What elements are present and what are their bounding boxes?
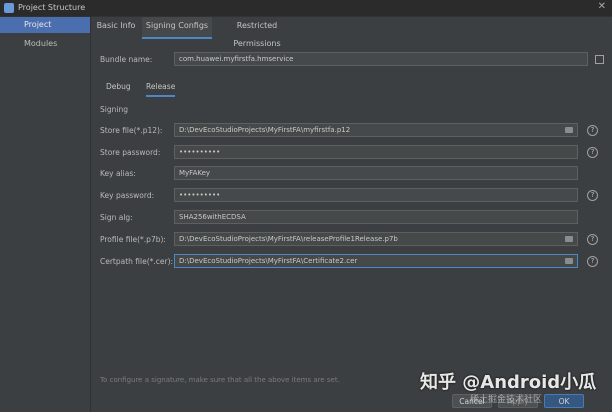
- help-icon[interactable]: ?: [587, 256, 598, 267]
- footer-note: To configure a signature, make sure that…: [100, 376, 340, 384]
- folder-icon[interactable]: [565, 258, 573, 264]
- store-file-value: D:\DevEcoStudioProjects\MyFirstFA\myfirs…: [179, 126, 351, 134]
- fingerprint-icon[interactable]: ?: [587, 125, 598, 136]
- tab-restricted-permissions[interactable]: Restricted Permissions: [214, 17, 300, 48]
- edit-icon[interactable]: [595, 55, 604, 64]
- store-password-label: Store password:: [100, 148, 161, 157]
- tab-basic-info[interactable]: Basic Info: [92, 17, 140, 37]
- bundle-name-field[interactable]: com.huawei.myfirstfa.hmservice: [174, 52, 588, 66]
- sidebar-item-project[interactable]: Project: [0, 17, 90, 33]
- profile-file-field[interactable]: D:\DevEcoStudioProjects\MyFirstFA\releas…: [174, 232, 578, 246]
- certpath-file-value: D:\DevEcoStudioProjects\MyFirstFA\Certif…: [179, 257, 358, 265]
- bundle-name-label: Bundle name:: [100, 55, 153, 64]
- sidebar-item-modules[interactable]: Modules: [0, 36, 90, 52]
- sidebar-item-label: Modules: [24, 39, 58, 48]
- close-icon[interactable]: ✕: [598, 1, 606, 12]
- sidebar-item-label: Project: [24, 20, 52, 29]
- store-password-field[interactable]: ••••••••••: [174, 145, 578, 159]
- tab-signing-configs[interactable]: Signing Configs: [142, 17, 212, 39]
- help-icon[interactable]: ?: [587, 147, 598, 158]
- signing-section-label: Signing: [100, 105, 128, 114]
- folder-icon[interactable]: [565, 236, 573, 242]
- ok-button[interactable]: OK: [544, 394, 584, 408]
- sign-alg-label: Sign alg:: [100, 213, 133, 222]
- help-icon[interactable]: ?: [587, 234, 598, 245]
- signing-configs-panel: Bundle name: com.huawei.myfirstfa.hmserv…: [92, 38, 612, 412]
- profile-file-label: Profile file(*.p7b):: [100, 235, 166, 244]
- sidebar: Project Modules: [0, 17, 91, 412]
- sign-alg-field[interactable]: SHA256withECDSA: [174, 210, 578, 224]
- watermark-zhihu: 知乎 @Android小瓜: [420, 372, 597, 393]
- key-password-field[interactable]: ••••••••••: [174, 188, 578, 202]
- certpath-file-field[interactable]: D:\DevEcoStudioProjects\MyFirstFA\Certif…: [174, 254, 578, 268]
- subtab-debug[interactable]: Debug: [106, 81, 131, 95]
- store-file-field[interactable]: D:\DevEcoStudioProjects\MyFirstFA\myfirs…: [174, 123, 578, 137]
- key-alias-field[interactable]: MyFAKey: [174, 166, 578, 180]
- key-password-label: Key password:: [100, 191, 155, 200]
- window-titlebar: Project Structure ✕: [0, 0, 612, 17]
- app-icon: [4, 3, 14, 13]
- help-icon[interactable]: ?: [587, 190, 598, 201]
- subtab-release[interactable]: Release: [146, 81, 176, 97]
- watermark-juejin: 稀土掘金技术社区: [470, 395, 543, 405]
- key-alias-label: Key alias:: [100, 169, 136, 178]
- store-file-label: Store file(*.p12):: [100, 126, 163, 135]
- profile-file-value: D:\DevEcoStudioProjects\MyFirstFA\releas…: [179, 235, 398, 243]
- folder-icon[interactable]: [565, 127, 573, 133]
- certpath-file-label: Certpath file(*.cer):: [100, 257, 174, 266]
- window-title: Project Structure: [18, 3, 86, 12]
